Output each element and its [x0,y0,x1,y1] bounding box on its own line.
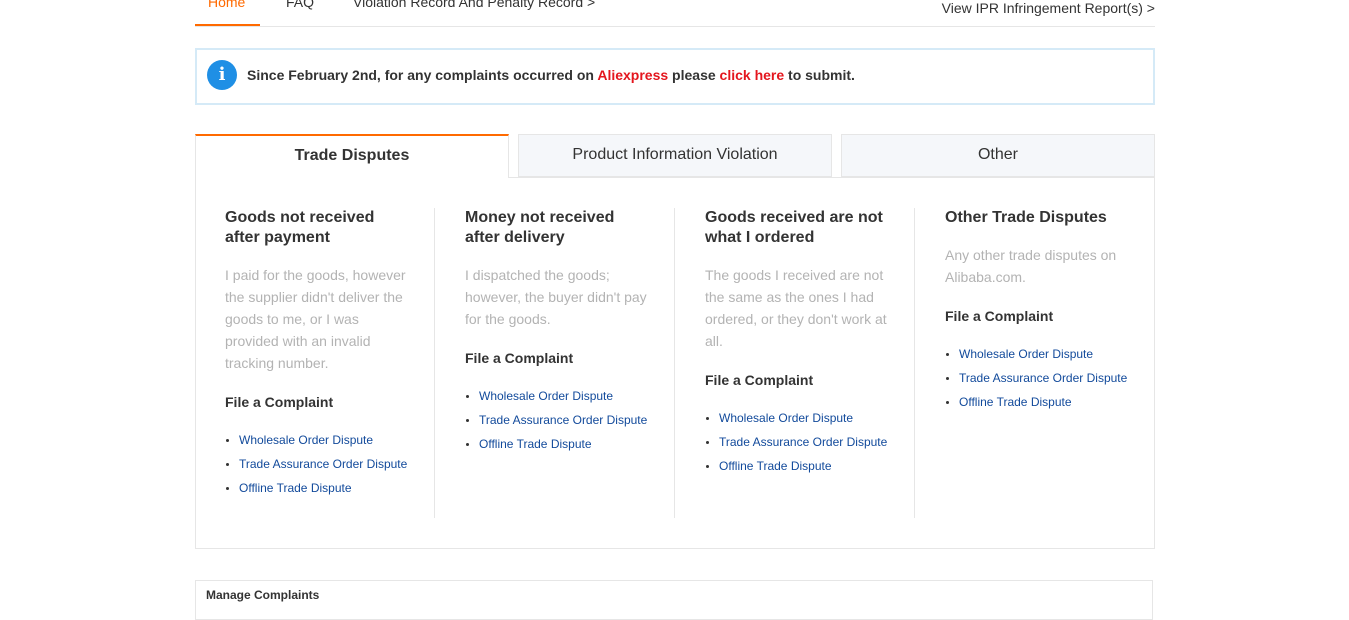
list-item: Trade Assurance Order Dispute [225,452,410,476]
dispute-column-money-not-received: Money not received after delivery I disp… [435,208,675,518]
dispute-column-goods-not-received: Goods not received after payment I paid … [195,208,435,518]
nav-ipr-report-link[interactable]: View IPR Infringement Report(s) > [942,0,1155,30]
column-description: I paid for the goods, however the suppli… [225,267,406,371]
top-nav: Home FAQ Violation Record And Penalty Re… [195,0,1155,27]
tab-other[interactable]: Other [841,134,1155,177]
trade-assurance-order-dispute-link[interactable]: Trade Assurance Order Dispute [959,371,1127,385]
list-item: Offline Trade Dispute [945,390,1130,414]
column-title: Goods not received after payment [225,209,375,246]
list-item: Wholesale Order Dispute [225,428,410,452]
bullet-icon [466,395,469,398]
wholesale-order-dispute-link[interactable]: Wholesale Order Dispute [719,411,853,425]
complaint-link-list: Wholesale Order Dispute Trade Assurance … [705,406,890,478]
wholesale-order-dispute-link[interactable]: Wholesale Order Dispute [239,433,373,447]
bullet-icon [226,487,229,490]
tab-trade-disputes[interactable]: Trade Disputes [195,134,509,178]
bullet-icon [226,463,229,466]
notice-suffix: to submit. [784,67,855,83]
list-item: Wholesale Order Dispute [705,406,890,430]
dispute-column-goods-not-as-ordered: Goods received are not what I ordered Th… [675,208,915,518]
list-item: Trade Assurance Order Dispute [465,408,650,432]
file-complaint-heading: File a Complaint [705,372,814,388]
bullet-icon [946,401,949,404]
notice-click-here-link[interactable]: click here [720,67,785,83]
trade-assurance-order-dispute-link[interactable]: Trade Assurance Order Dispute [479,413,647,427]
complaint-link-list: Wholesale Order Dispute Trade Assurance … [465,384,650,456]
list-item: Offline Trade Dispute [705,454,890,478]
bullet-icon [706,465,709,468]
notice-middle: please [668,67,720,83]
dispute-column-other-trade-disputes: Other Trade Disputes Any other trade dis… [915,208,1155,518]
column-title: Money not received after delivery [465,209,615,246]
nav-faq-link[interactable]: FAQ [286,0,314,24]
trade-assurance-order-dispute-link[interactable]: Trade Assurance Order Dispute [239,457,407,471]
nav-active-indicator [195,24,260,26]
info-icon: i [207,60,237,90]
bullet-icon [226,439,229,442]
notice-text: Since February 2nd, for any complaints o… [247,67,855,83]
bullet-icon [466,419,469,422]
offline-trade-dispute-link[interactable]: Offline Trade Dispute [719,459,832,473]
offline-trade-dispute-link[interactable]: Offline Trade Dispute [239,481,352,495]
file-complaint-heading: File a Complaint [465,350,574,366]
tab-product-information-violation[interactable]: Product Information Violation [518,134,832,177]
bullet-icon [946,353,949,356]
notice-banner: i Since February 2nd, for any complaints… [195,48,1155,105]
column-title: Goods received are not what I ordered [705,209,883,246]
wholesale-order-dispute-link[interactable]: Wholesale Order Dispute [479,389,613,403]
column-description: I dispatched the goods; however, the buy… [465,267,647,327]
notice-site-name: Aliexpress [597,67,669,83]
list-item: Wholesale Order Dispute [945,342,1130,366]
bullet-icon [466,443,469,446]
complaint-link-list: Wholesale Order Dispute Trade Assurance … [945,342,1130,414]
file-complaint-heading: File a Complaint [945,308,1054,324]
manage-complaints-heading: Manage Complaints [206,588,320,602]
column-description: Any other trade disputes on Alibaba.com. [945,247,1117,285]
list-item: Wholesale Order Dispute [465,384,650,408]
wholesale-order-dispute-link[interactable]: Wholesale Order Dispute [959,347,1093,361]
list-item: Offline Trade Dispute [465,432,650,456]
column-title: Other Trade Disputes [945,209,1107,226]
column-description: The goods I received are not the same as… [705,267,887,349]
list-item: Trade Assurance Order Dispute [705,430,890,454]
list-item: Offline Trade Dispute [225,476,410,500]
bullet-icon [946,377,949,380]
nav-home-link[interactable]: Home [208,0,245,24]
complaint-link-list: Wholesale Order Dispute Trade Assurance … [225,428,410,500]
offline-trade-dispute-link[interactable]: Offline Trade Dispute [479,437,592,451]
trade-assurance-order-dispute-link[interactable]: Trade Assurance Order Dispute [719,435,887,449]
nav-violation-record-link[interactable]: Violation Record And Penalty Record > [353,0,595,24]
offline-trade-dispute-link[interactable]: Offline Trade Dispute [959,395,1072,409]
bullet-icon [706,417,709,420]
list-item: Trade Assurance Order Dispute [945,366,1130,390]
file-complaint-heading: File a Complaint [225,394,334,410]
notice-prefix: Since February 2nd, for any complaints o… [247,67,598,83]
manage-complaints-section: Manage Complaints [195,580,1153,620]
bullet-icon [706,441,709,444]
